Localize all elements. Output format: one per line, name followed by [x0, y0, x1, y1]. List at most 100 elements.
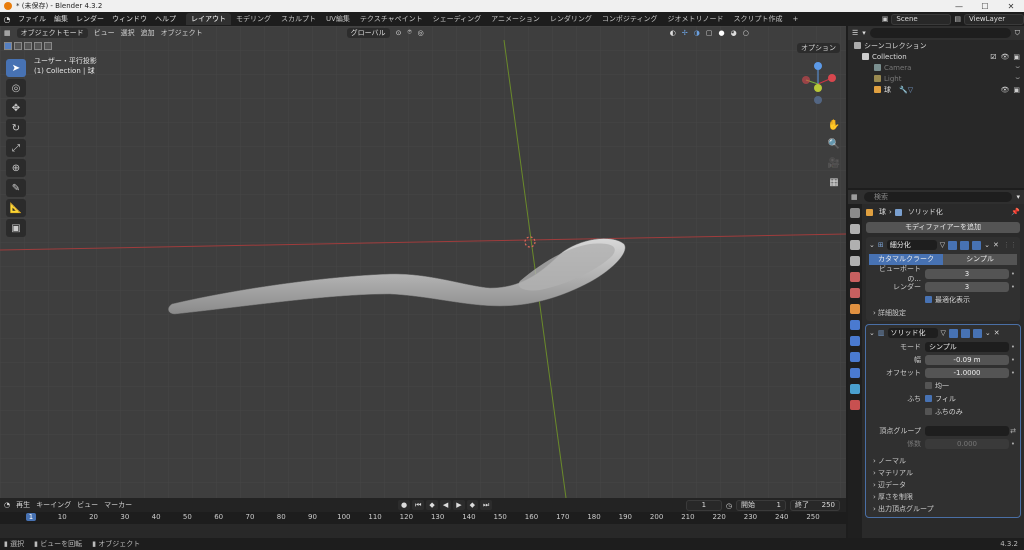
output-tab-icon[interactable]	[850, 240, 860, 250]
properties-options-icon[interactable]: ▾	[1016, 193, 1024, 201]
minimize-button[interactable]: —	[946, 0, 972, 12]
menu-render[interactable]: レンダー	[72, 14, 108, 24]
collection-checkbox-icon[interactable]: ☑	[990, 53, 996, 61]
overlay-toggle-icon[interactable]: ◑	[694, 29, 700, 37]
pan-hand-icon[interactable]: ✋	[826, 118, 842, 132]
scene-field[interactable]: Scene	[891, 13, 952, 25]
outliner-scene-collection[interactable]: シーンコレクション	[848, 40, 1024, 51]
rotate-tool-icon[interactable]: ↻	[6, 119, 26, 137]
subsurf-menu-icon[interactable]: ⌄	[984, 241, 990, 249]
transform-orientation-dropdown[interactable]: グローバル	[346, 27, 390, 38]
xray-icon[interactable]: ▢	[706, 29, 713, 37]
modifier-tab-icon[interactable]	[850, 320, 860, 330]
world-tab-icon[interactable]	[850, 288, 860, 298]
jump-end-icon[interactable]: ⏭	[479, 500, 493, 510]
object-tab-icon[interactable]	[850, 304, 860, 314]
tab-rendering[interactable]: レンダリング	[545, 13, 597, 25]
optimal-display-checkbox[interactable]	[925, 296, 932, 303]
render-tab-icon[interactable]	[850, 224, 860, 234]
proportional-edit-icon[interactable]: ◎	[418, 29, 424, 37]
solidify-viewport-toggle[interactable]	[960, 328, 970, 338]
outliner-funnel-icon[interactable]: ⛉	[1015, 29, 1024, 38]
constraints-tab-icon[interactable]	[850, 368, 860, 378]
outliner-search-input[interactable]	[869, 28, 1011, 38]
pivot-icon[interactable]: ⊙	[396, 29, 402, 37]
solidify-thickness-field[interactable]: -0.09 m	[925, 354, 1009, 365]
select-new-icon[interactable]	[4, 42, 12, 50]
subsurf-delete-icon[interactable]: ✕	[993, 241, 999, 249]
solidify-cage-toggle[interactable]	[948, 328, 958, 338]
pin-icon[interactable]: 📌	[1011, 208, 1020, 216]
select-invert-icon[interactable]	[34, 42, 42, 50]
subsurf-editmode-icon[interactable]: ▽	[940, 241, 945, 249]
view-menu[interactable]: ビュー	[94, 28, 115, 38]
end-frame-field[interactable]: 終了 250	[790, 500, 840, 511]
subsurf-advanced-section[interactable]: › 詳細設定	[869, 307, 1017, 319]
zoom-icon[interactable]: 🔍	[826, 137, 842, 151]
outliner-editor-icon[interactable]: ☰	[852, 29, 858, 37]
timeline-editor-icon[interactable]: ◔	[4, 501, 10, 509]
solidify-even-checkbox[interactable]	[925, 382, 932, 389]
3d-viewport[interactable]: ▦ オブジェクトモード ビュー 選択 追加 オブジェクト グローバル ⊙ ⌾ ◎…	[0, 26, 846, 498]
object-menu[interactable]: オブジェクト	[161, 28, 203, 38]
solidify-name-field[interactable]: ソリッド化	[887, 328, 938, 338]
view-layer-tab-icon[interactable]	[850, 256, 860, 266]
solidify-offset-keyframe-icon[interactable]: •	[1009, 369, 1017, 377]
move-tool-icon[interactable]: ✥	[6, 99, 26, 117]
scale-tool-icon[interactable]: ⤢	[6, 139, 26, 157]
solidify-factor-field[interactable]: 0.000	[925, 438, 1009, 449]
solidify-offset-field[interactable]: -1.0000	[925, 367, 1009, 378]
solidify-editmode-icon[interactable]: ▽	[941, 329, 946, 337]
scene-tab-icon[interactable]	[850, 272, 860, 282]
tab-sculpt[interactable]: スカルプト	[276, 13, 321, 25]
visibility-icon[interactable]: ◐	[670, 29, 676, 37]
shading-solid-icon[interactable]: ●	[718, 29, 724, 37]
sphere-camera-icon[interactable]: ▣	[1013, 86, 1020, 94]
solidify-rim-only-checkbox[interactable]	[925, 408, 932, 415]
tab-animation[interactable]: アニメーション	[486, 13, 545, 25]
shading-rendered-icon[interactable]: ○	[743, 29, 749, 37]
current-frame-field[interactable]: 1	[685, 500, 722, 511]
close-button[interactable]: ✕	[998, 0, 1024, 12]
solidify-mode-keyframe-icon[interactable]: •	[1009, 343, 1017, 351]
add-modifier-button[interactable]: モディファイアーを追加	[866, 222, 1020, 233]
tab-scripting[interactable]: スクリプト作成	[729, 13, 788, 25]
tab-texture-paint[interactable]: テクスチャペイント	[355, 13, 428, 25]
add-cube-tool-icon[interactable]: ▣	[6, 219, 26, 237]
tab-uv[interactable]: UV編集	[321, 13, 355, 25]
tab-layout[interactable]: レイアウト	[186, 13, 231, 25]
timeline-ruler[interactable]: 1 10 20 30 40 50 60 70 80 90 100 110 120 130 140 150 160…	[0, 513, 846, 523]
view-layer-field[interactable]: ViewLayer	[964, 13, 1024, 25]
subsurf-collapse-icon[interactable]: ⌄	[869, 241, 875, 249]
levels-viewport-field[interactable]: 3	[925, 268, 1009, 279]
menu-file[interactable]: ファイル	[14, 14, 50, 24]
subsurf-drag-icon[interactable]: ⋮⋮	[1003, 241, 1017, 249]
solidify-collapse-icon[interactable]: ⌄	[869, 329, 875, 337]
light-hide-icon[interactable]: ⌣	[1015, 74, 1020, 83]
start-frame-field[interactable]: 開始 1	[736, 500, 786, 511]
ortho-grid-icon[interactable]: ▦	[826, 175, 842, 189]
levels-render-keyframe-icon[interactable]: •	[1009, 283, 1017, 291]
snap-icon[interactable]: ⌾	[407, 28, 411, 37]
solidify-mode-dropdown[interactable]: シンプル	[925, 341, 1009, 352]
tool-tab-icon[interactable]	[850, 208, 860, 218]
editor-type-icon[interactable]: ▦	[4, 29, 11, 37]
next-key-icon[interactable]: ◆	[466, 500, 478, 510]
solidify-menu-icon[interactable]: ⌄	[985, 329, 991, 337]
subsurf-viewport-toggle[interactable]	[960, 240, 970, 250]
levels-render-field[interactable]: 3	[925, 281, 1009, 292]
properties-editor-icon[interactable]: ▦	[851, 193, 858, 201]
mode-dropdown[interactable]: オブジェクトモード	[16, 27, 88, 38]
sphere-eye-icon[interactable]: 👁	[1000, 86, 1009, 94]
cursor-tool-icon[interactable]: ◎	[6, 79, 26, 97]
section-normals[interactable]: › ノーマル	[869, 455, 1017, 467]
jump-start-icon[interactable]: ⏮	[412, 500, 425, 510]
add-menu[interactable]: 追加	[141, 28, 155, 38]
section-output-vgroups[interactable]: › 出力頂点グループ	[869, 503, 1017, 515]
solidify-render-toggle[interactable]	[972, 328, 982, 338]
outliner-item-light[interactable]: Light ⌣	[848, 73, 1024, 84]
physics-tab-icon[interactable]	[850, 352, 860, 362]
properties-search-input[interactable]: 検索	[864, 192, 1013, 202]
prev-key-icon[interactable]: ◆	[426, 500, 438, 510]
camera-view-icon[interactable]: 🎥	[826, 156, 842, 170]
